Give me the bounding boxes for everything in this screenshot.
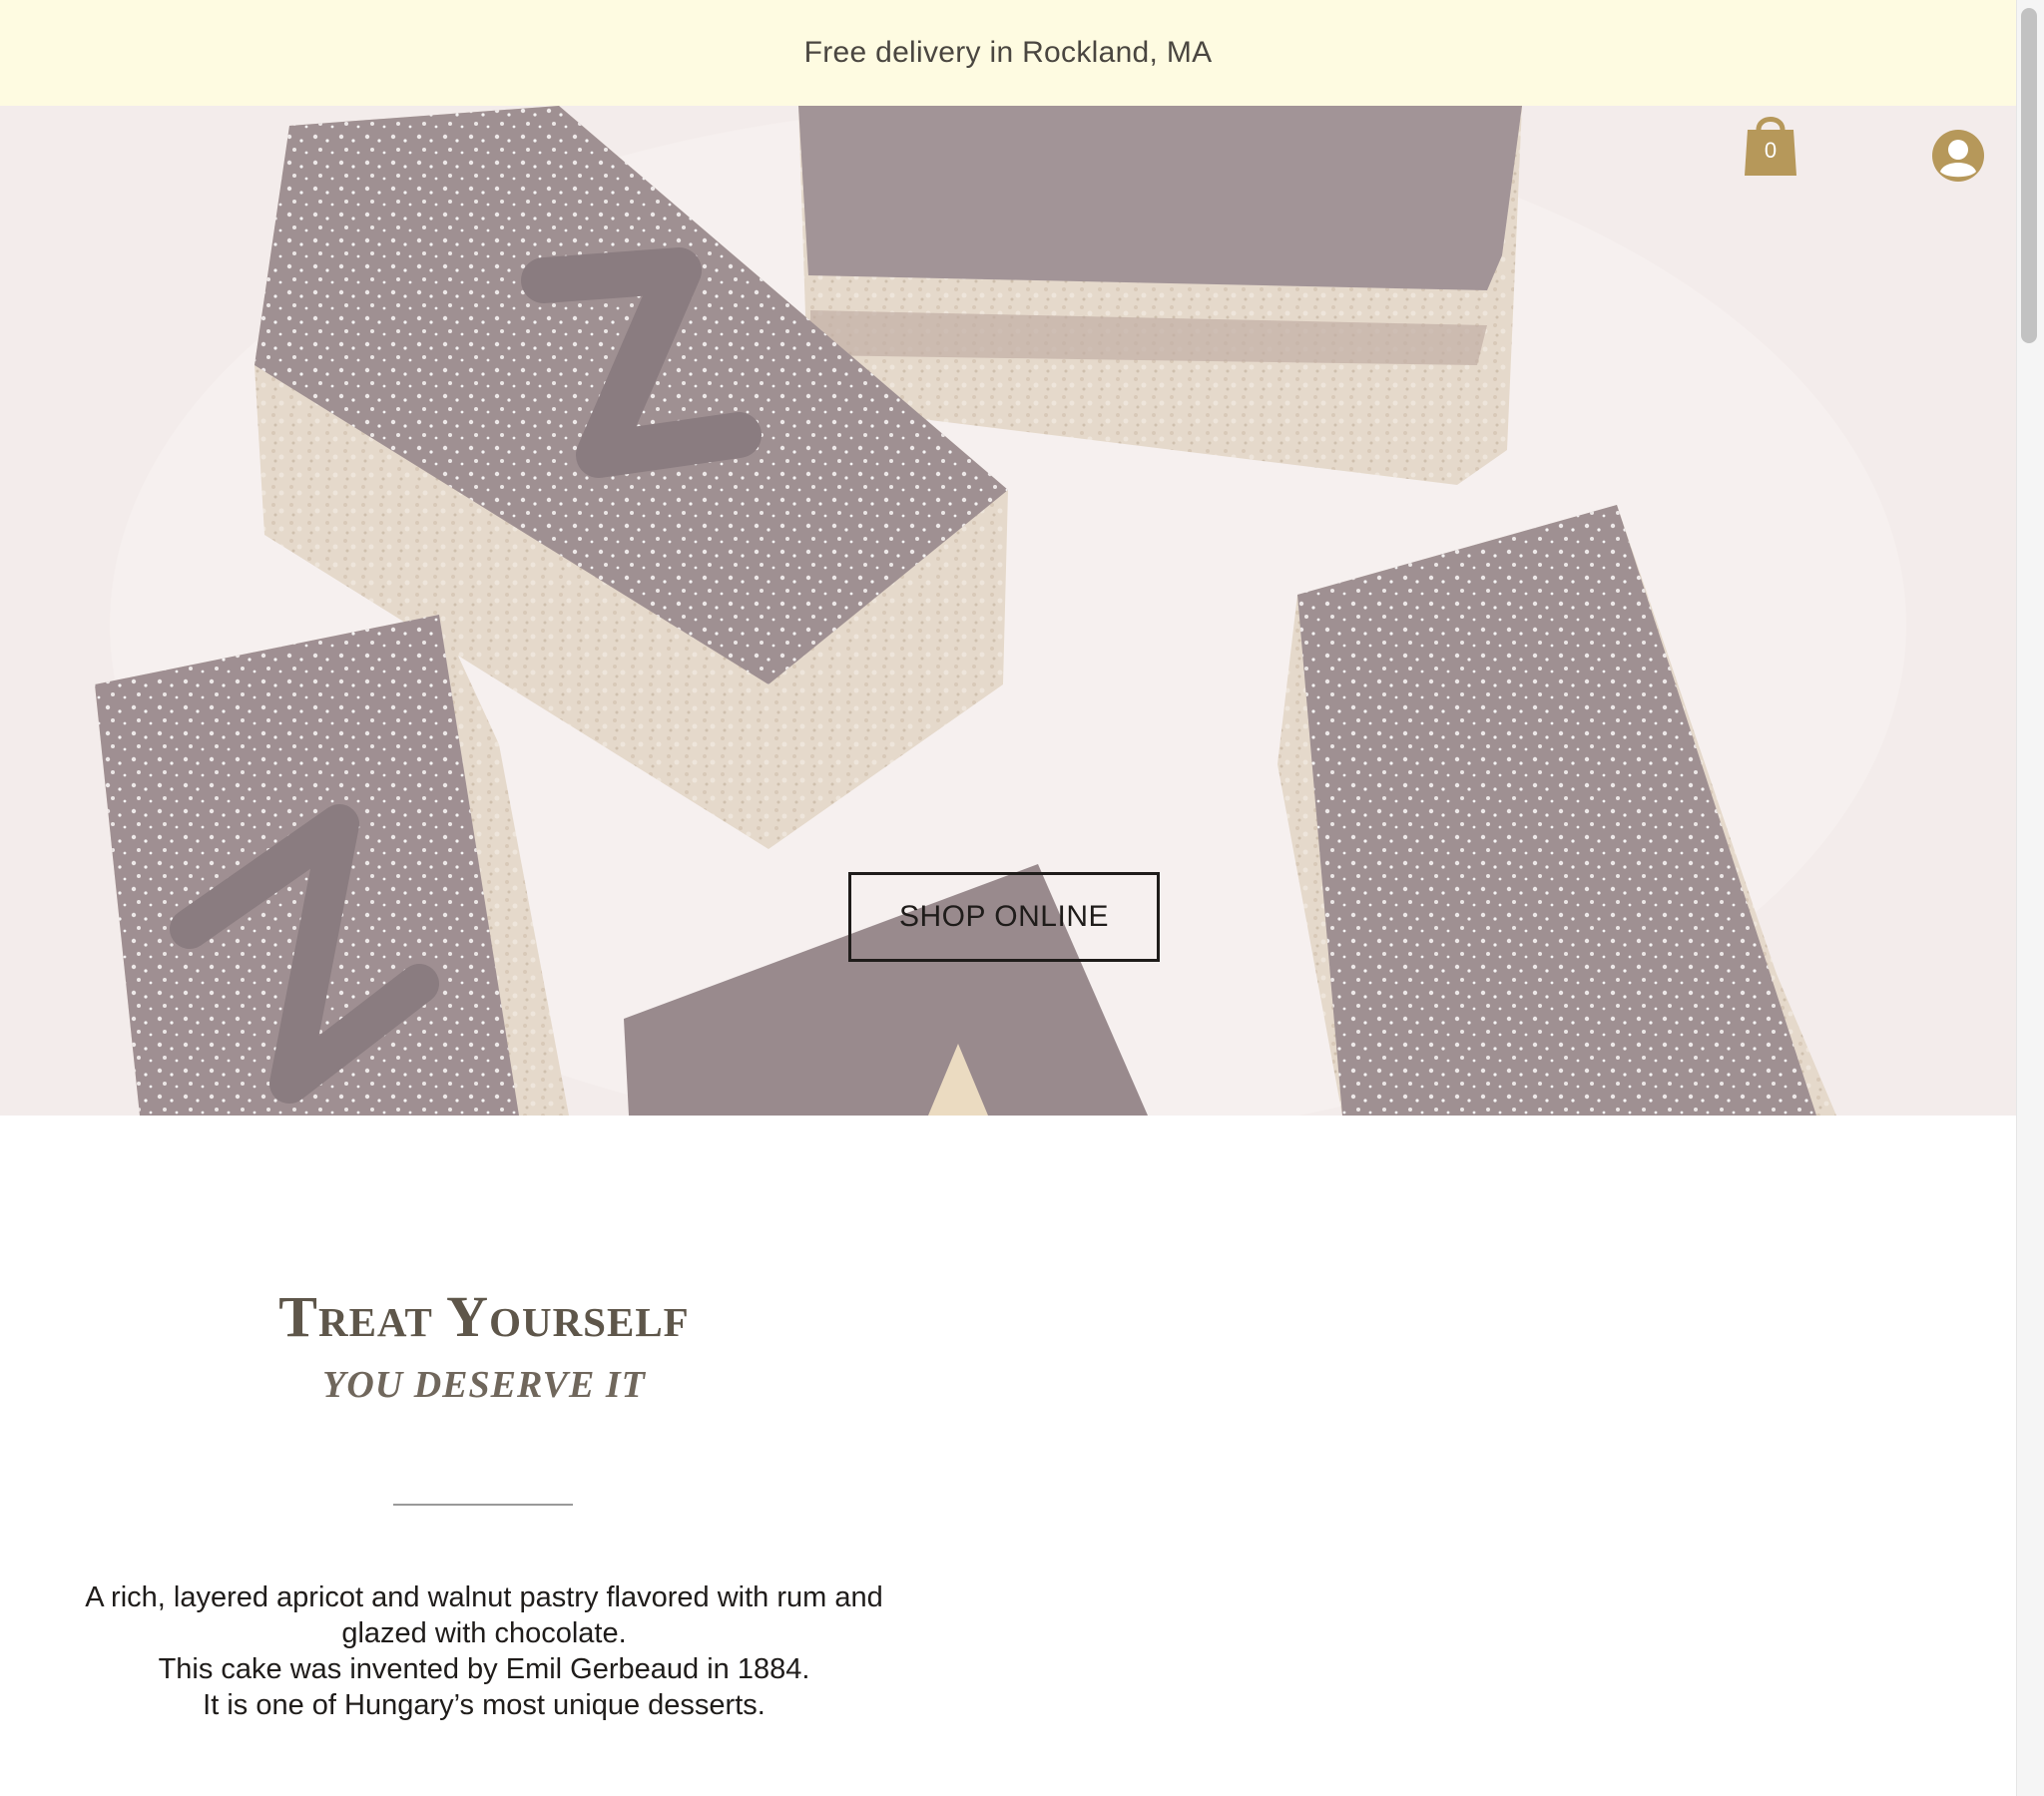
description-line: This cake was invented by Emil Gerbeaud … [158, 1653, 810, 1685]
hero-image [0, 106, 2016, 1116]
scrollbar-thumb[interactable] [2021, 8, 2037, 343]
section-heading: Treat Yourself [278, 1284, 690, 1349]
user-account-button[interactable] [1930, 128, 1986, 184]
section-subheading: YOU DESERVE IT [322, 1364, 646, 1406]
cart-button[interactable]: 0 [1743, 110, 1798, 178]
user-avatar-icon [1932, 130, 1984, 182]
description-line: glazed with chocolate. [341, 1617, 627, 1649]
description-line: A rich, layered apricot and walnut pastr… [85, 1581, 883, 1613]
description-line: It is one of Hungary’s most unique desse… [203, 1689, 766, 1721]
shop-online-button[interactable]: SHOP ONLINE [848, 872, 1160, 962]
divider [393, 1504, 573, 1506]
description: A rich, layered apricot and walnut pastr… [40, 1579, 928, 1723]
cart-count: 0 [1764, 138, 1778, 163]
announcement-text: Free delivery in Rockland, MA [803, 36, 1213, 69]
hero-section [0, 106, 2016, 1116]
announcement-bar: Free delivery in Rockland, MA [0, 0, 2016, 106]
